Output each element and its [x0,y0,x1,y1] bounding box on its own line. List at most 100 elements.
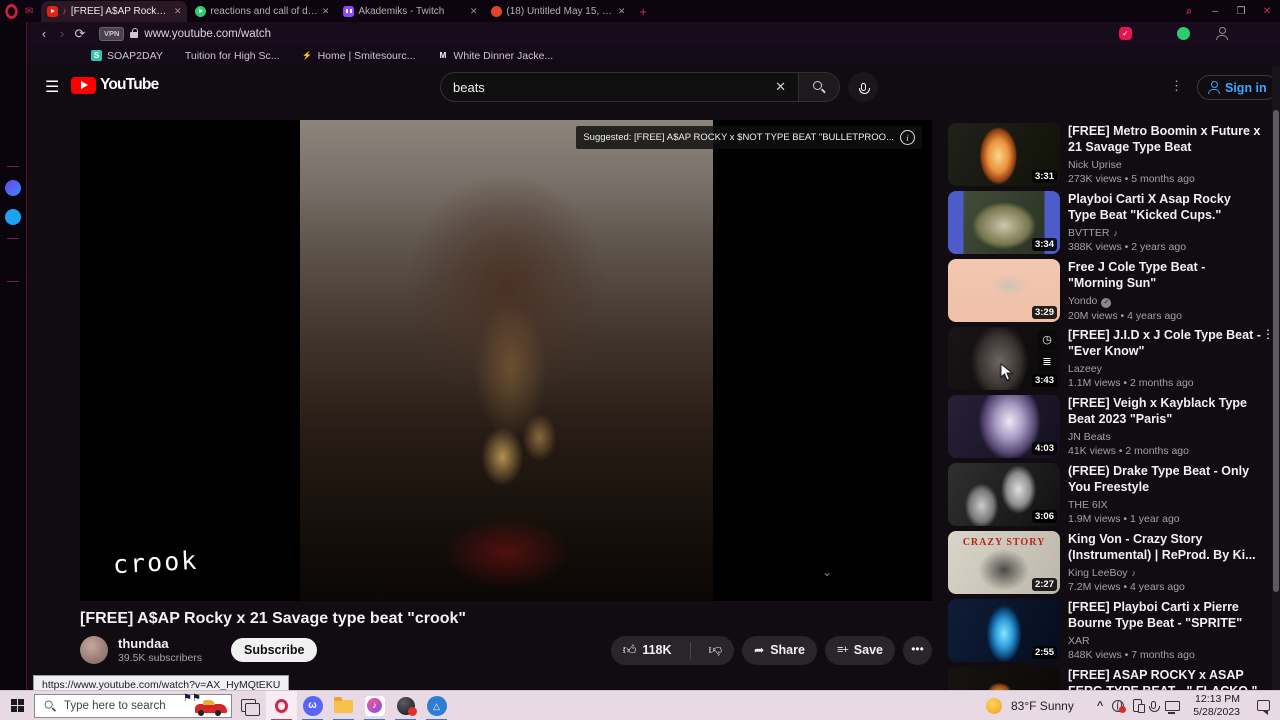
taskbar-discord-icon[interactable]: ω [297,691,328,720]
bookmark-mrporter[interactable]: M White Dinner Jacke... [437,50,554,62]
suggestion-item[interactable]: [FREE] ASAP ROCKY x ASAP FERG TYPE BEAT … [948,667,1274,690]
suggestion-title[interactable]: Playboi Carti X Asap Rocky Type Beat "Ki… [1068,191,1274,224]
suggestion-channel[interactable]: Nick Uprise [1068,159,1122,171]
tab-untitled[interactable]: (18) Untitled May 15, 2023 [485,1,631,22]
back-button[interactable]: ‹ [35,26,53,41]
history-icon[interactable] [5,295,21,311]
tab-reactions[interactable]: reactions and call of duty [189,1,335,22]
suggestion-title[interactable]: [FREE] J.I.D x J Cole Type Beat - "Ever … [1068,327,1274,360]
save-button[interactable]: ≡+ Save [824,635,895,665]
start-button[interactable] [0,691,34,720]
adguard-extension-icon[interactable] [1177,27,1190,40]
taskbar-blue-app-icon[interactable]: △ [421,691,452,720]
network-status-icon[interactable] [1112,699,1127,713]
bookmark-soap2day[interactable]: S SOAP2DAY [91,50,163,62]
window-search-icon[interactable]: ⌕ [1176,6,1202,17]
close-button[interactable]: ✕ [1254,6,1280,17]
search-query-text[interactable]: beats [453,80,775,95]
suggestion-thumbnail[interactable]: CRAZY STORY 2:27 [948,531,1060,594]
suggestion-thumbnail[interactable]: 3:43 ◷ ≣ [948,327,1060,390]
suggestion-channel[interactable]: King LeeBoy [1068,567,1128,579]
suggestion-thumbnail[interactable]: 3:29 [948,259,1060,322]
gx-corner-icon[interactable] [5,50,21,66]
youtube-search-input[interactable]: beats ✕ [440,72,798,102]
suggestion-item[interactable]: 3:31 [FREE] Metro Boomin x Future x 21 S… [948,123,1274,186]
more-options-icon[interactable]: ⋮ [1170,78,1183,94]
dislike-button[interactable]: 👍︎ [697,642,735,658]
gx-booster-icon[interactable] [5,79,21,95]
suggestion-title[interactable]: Free J Cole Type Beat - "Morning Sun" [1068,259,1274,292]
bookmark-tuition[interactable]: Tuition for High Sc... [185,50,280,62]
tab-close-icon[interactable] [470,6,478,17]
suggestion-thumbnail[interactable]: 3:34 [948,191,1060,254]
suggestion-title[interactable]: [FREE] Metro Boomin x Future x 21 Savage… [1068,123,1274,156]
opera-gx-logo-icon[interactable] [5,3,18,19]
suggestion-channel[interactable]: THE 6IX [1068,499,1108,511]
vpn-badge[interactable]: VPN [99,26,125,41]
restore-button[interactable]: ❐ [1228,6,1254,17]
suggestion-title[interactable]: (FREE) Drake Type Beat - Only You Freest… [1068,463,1274,496]
display-cast-icon[interactable] [1165,700,1181,714]
subscribe-button[interactable]: Subscribe [231,638,318,662]
suggestion-thumbnail[interactable]: 3:31 [948,123,1060,186]
profile-icon[interactable] [1216,27,1228,40]
channel-name[interactable]: thundaa [118,636,223,651]
phone-link-icon[interactable] [1133,699,1146,713]
video-player[interactable]: crook Suggested: [FREE] A$AP ROCKY x $NO… [80,120,932,601]
clear-search-icon[interactable]: ✕ [775,79,786,95]
suggestion-title[interactable]: King Von - Crazy Story (Instrumental) | … [1068,531,1274,564]
suggestion-item[interactable]: CRAZY STORY 2:27 King Von - Crazy Story … [948,531,1274,594]
suggestion-thumbnail[interactable] [948,667,1060,690]
suggestion-thumbnail[interactable]: 3:06 [948,463,1060,526]
twitch-panel-icon[interactable] [5,108,21,124]
add-to-queue-icon[interactable]: ≣ [1037,352,1057,372]
voice-search-button[interactable] [848,72,878,102]
more-actions-icon[interactable]: ••• [903,635,932,665]
reload-button[interactable]: ⟳ [71,26,89,42]
suggestion-channel[interactable]: XAR [1068,635,1090,647]
info-icon[interactable]: i [900,130,915,145]
suggestion-thumbnail[interactable]: 2:55 [948,599,1060,662]
hamburger-menu-icon[interactable]: ☰ [45,77,59,97]
messenger-panel-icon[interactable] [5,180,21,196]
tab-close-icon[interactable] [322,6,330,17]
search-button[interactable] [798,72,840,102]
sign-in-button[interactable]: Sign in [1197,75,1278,100]
tab-close-icon[interactable] [174,6,182,17]
suggestion-item[interactable]: 3:43 ◷ ≣ [FREE] J.I.D x J Cole Type Beat… [948,327,1274,390]
suggestion-channel[interactable]: JN Beats [1068,431,1111,443]
suggestion-item[interactable]: 3:29 Free J Cole Type Beat - "Morning Su… [948,259,1274,322]
twitter-panel-icon[interactable] [5,209,21,225]
suggestion-thumbnail[interactable]: 4:03 [948,395,1060,458]
task-view-icon[interactable] [241,699,260,716]
suggested-card-overlay[interactable]: Suggested: [FREE] A$AP ROCKY x $NOT TYPE… [576,126,922,149]
tray-mic-icon[interactable] [1149,700,1161,712]
like-button[interactable]: 👍︎ 118K [611,642,684,658]
tab-audio-icon[interactable] [62,6,67,17]
suggestion-title[interactable]: [FREE] Veigh x Kayblack Type Beat 2023 "… [1068,395,1274,428]
tray-expand-icon[interactable]: ^ [1097,700,1103,712]
suggestion-item[interactable]: 2:55 [FREE] Playboi Carti x Pierre Bourn… [948,599,1274,662]
forward-button[interactable]: › [53,26,71,41]
tab-youtube[interactable]: [FREE] A$AP Rocky x 21 [41,1,188,22]
suggestion-channel[interactable]: Lazeey [1068,363,1102,375]
tab-twitch[interactable]: Akademiks - Twitch [337,1,483,22]
vpn-shield-icon[interactable] [1119,27,1132,40]
suggestion-title[interactable]: [FREE] ASAP ROCKY x ASAP FERG TYPE BEAT … [1068,667,1274,690]
settings-gear-icon[interactable] [5,353,21,369]
lock-icon[interactable] [130,27,139,38]
page-scrollbar[interactable] [1272,66,1280,690]
taskbar-opera-icon[interactable] [266,690,297,720]
extensions-box-icon[interactable] [5,324,21,340]
suggestion-title[interactable]: [FREE] Playboi Carti x Pierre Bourne Typ… [1068,599,1274,632]
bookmark-smitesource[interactable]: ⚡ Home | Smitesourc... [302,50,415,62]
taskbar-record-icon[interactable] [390,691,421,720]
weather-sun-icon[interactable] [986,697,1002,714]
suggestion-item[interactable]: 3:06 (FREE) Drake Type Beat - Only You F… [948,463,1274,526]
suggestion-channel[interactable]: Yondo [1068,295,1097,307]
notification-center-icon[interactable] [1257,700,1270,715]
taskbar-search-input[interactable]: Type here to search ⚑⚑ [34,693,232,718]
share-button[interactable]: ➦ Share [742,635,817,665]
discord-panel-icon[interactable] [5,137,21,153]
gx-mail-icon[interactable]: ✉ [25,6,33,17]
